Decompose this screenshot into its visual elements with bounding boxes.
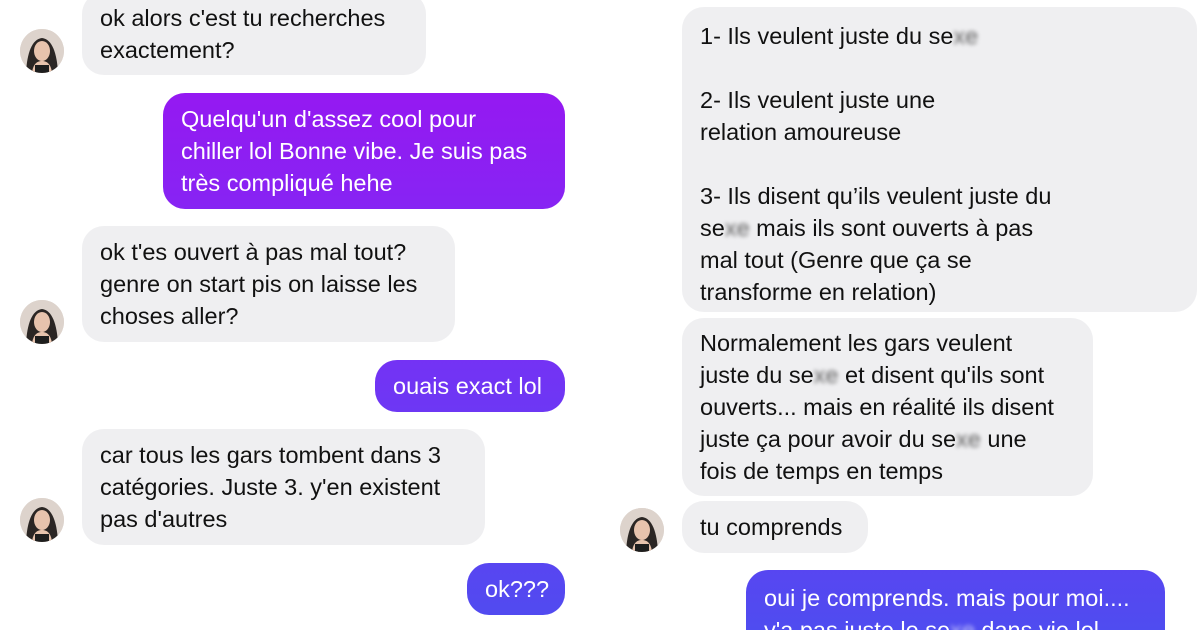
censored-word: xe [950, 617, 975, 630]
contact-avatar[interactable] [20, 498, 64, 542]
censored-word: xe [956, 426, 981, 452]
received-message-bubble[interactable]: ok t'es ouvert à pas mal tout? genre on … [82, 226, 455, 342]
contact-avatar[interactable] [620, 508, 664, 552]
received-message-bubble[interactable]: Normalement les gars veulent juste du se… [682, 318, 1093, 496]
sent-message-bubble[interactable]: ok??? [467, 563, 565, 615]
received-message-bubble[interactable]: car tous les gars tombent dans 3 catégor… [82, 429, 485, 545]
contact-avatar[interactable] [20, 300, 64, 344]
message-text-part: 1- Ils veulent juste du se [700, 23, 954, 49]
sent-message-bubble[interactable]: oui je comprends. mais pour moi.... y'a … [746, 570, 1165, 630]
received-message-bubble[interactable]: ok alors c'est tu recherches exactement? [82, 0, 426, 75]
message-text: oui je comprends. mais pour moi.... y'a … [764, 582, 1130, 630]
received-message-bubble[interactable]: 1- Ils veulent juste du sexe 2- Ils veul… [682, 7, 1197, 312]
sent-message-bubble[interactable]: ouais exact lol [375, 360, 565, 412]
message-text: 1- Ils veulent juste du sexe 2- Ils veul… [700, 20, 1051, 308]
message-text: Normalement les gars veulent juste du se… [700, 327, 1054, 487]
left-conversation-screenshot: ok alors c'est tu recherches exactement?… [0, 0, 600, 630]
message-text-part: tu comprends [700, 514, 843, 540]
message-text-part: dans vie lol [974, 617, 1099, 630]
censored-word: xe [813, 362, 839, 388]
message-text: tu comprends [700, 511, 842, 543]
censored-word: xe [724, 215, 750, 241]
sent-message-bubble[interactable]: Quelqu'un d'assez cool pour chiller lol … [163, 93, 565, 209]
received-message-bubble[interactable]: tu comprends [682, 501, 868, 553]
censored-word: xe [953, 23, 979, 49]
right-conversation-screenshot: 1- Ils veulent juste du sexe 2- Ils veul… [600, 0, 1200, 630]
contact-avatar[interactable] [20, 29, 64, 73]
